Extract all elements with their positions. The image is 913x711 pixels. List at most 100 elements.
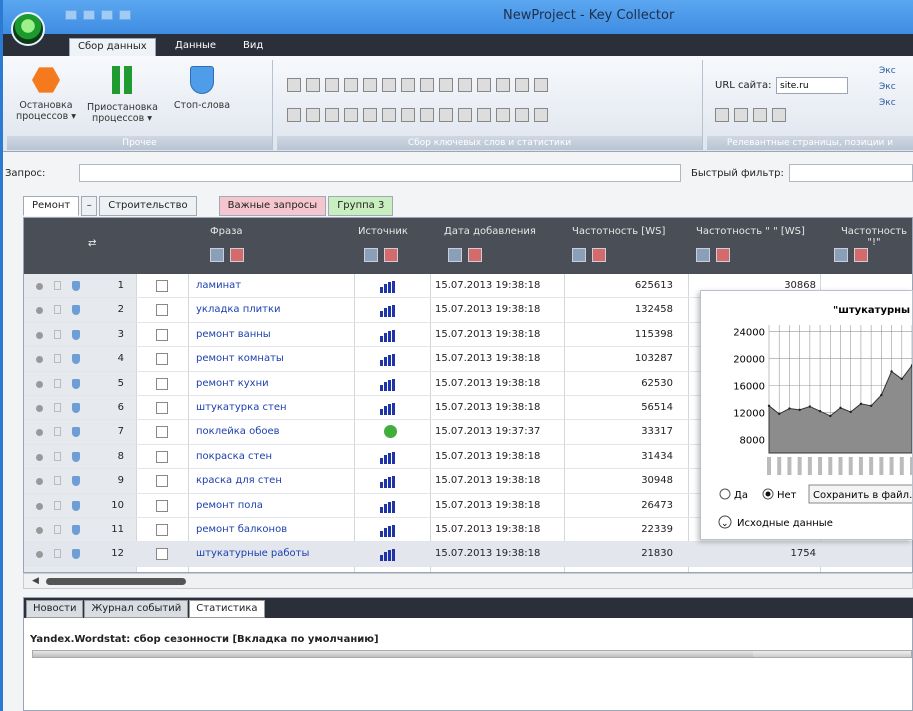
phrase-link[interactable]: ремонт комнаты	[196, 353, 284, 364]
phrase-link[interactable]: краска для стен	[196, 475, 282, 486]
shield-icon[interactable]	[72, 427, 80, 438]
export-label-2[interactable]: Экс	[879, 82, 896, 92]
filter-icon[interactable]	[572, 248, 586, 262]
clear-filter-icon[interactable]	[468, 248, 482, 262]
tab-event-log[interactable]: Журнал событий	[84, 600, 189, 618]
clear-filter-icon[interactable]	[716, 248, 730, 262]
shield-icon[interactable]	[72, 354, 80, 365]
undo-icon[interactable]	[119, 10, 131, 20]
mailru-icon[interactable]	[344, 108, 358, 122]
yandex-pos-icon[interactable]	[753, 108, 767, 122]
phrase-link[interactable]: штукатурка стен	[196, 402, 287, 413]
google-trends-icon[interactable]	[458, 78, 472, 92]
list-icon[interactable]	[477, 78, 491, 92]
url-input[interactable]	[776, 77, 848, 94]
group-tab-repair[interactable]: Ремонт	[23, 196, 80, 216]
rambler-adstat-icon[interactable]	[496, 78, 510, 92]
phrase-link[interactable]: ремонт пола	[196, 500, 263, 511]
row-checkbox[interactable]	[156, 280, 168, 292]
yahoo-icon[interactable]	[401, 78, 415, 92]
shield-icon[interactable]	[72, 451, 80, 462]
export-label-3[interactable]: Экс	[879, 98, 896, 108]
phrase-link[interactable]: покраска стен	[196, 451, 272, 462]
lock-icon[interactable]	[54, 549, 61, 559]
row-checkbox[interactable]	[156, 304, 168, 317]
tab-view[interactable]: Вид	[235, 38, 271, 56]
flag-icon[interactable]	[534, 108, 548, 122]
row-checkbox[interactable]	[156, 450, 168, 463]
filter-icon[interactable]	[448, 248, 462, 262]
seo-icon[interactable]	[420, 78, 434, 92]
column-source[interactable]: Источник	[358, 226, 408, 237]
expand-icon[interactable]	[36, 453, 43, 461]
clear-filter-icon[interactable]	[230, 248, 244, 262]
lock-icon[interactable]	[54, 281, 61, 290]
expand-icon[interactable]	[36, 283, 43, 290]
shield-icon[interactable]	[72, 281, 80, 291]
budget-icon[interactable]	[458, 108, 472, 122]
serp-icon[interactable]	[401, 108, 415, 122]
export-label-1[interactable]: Экс	[879, 66, 896, 76]
new-icon[interactable]	[101, 10, 113, 20]
pencil-icon[interactable]	[477, 108, 491, 122]
refresh-icon[interactable]	[534, 78, 548, 92]
filter-icon[interactable]	[834, 248, 848, 262]
phrase-link[interactable]: укладка плитки	[196, 304, 281, 315]
shield-icon[interactable]	[72, 476, 80, 487]
row-checkbox[interactable]	[156, 353, 168, 366]
shield-icon[interactable]	[72, 378, 80, 389]
lock-icon[interactable]	[54, 524, 61, 534]
google-icon[interactable]	[306, 78, 320, 92]
expand-icon[interactable]	[36, 502, 43, 510]
group-tab-important[interactable]: Важные запросы	[218, 196, 327, 216]
hand2-icon[interactable]	[496, 108, 510, 122]
lock-icon[interactable]	[54, 329, 61, 339]
phrase-link[interactable]: ремонт балконов	[196, 524, 287, 535]
open-icon[interactable]	[83, 10, 95, 20]
clear-filter-icon[interactable]	[854, 248, 868, 262]
lock-icon[interactable]	[54, 402, 61, 412]
column-ws-quote[interactable]: Частотность " " [WS]	[696, 226, 805, 237]
yandex-icon[interactable]	[715, 108, 729, 122]
row-checkbox[interactable]	[156, 475, 168, 488]
stop-processes-button[interactable]: Остановка процессов ▾	[11, 66, 81, 122]
shield-icon[interactable]	[72, 305, 80, 316]
expand-icon[interactable]	[36, 526, 43, 534]
lock-icon[interactable]	[54, 305, 61, 315]
group-tab-collapse-icon[interactable]: –	[81, 196, 98, 216]
lock-icon[interactable]	[54, 427, 61, 437]
phrase-link[interactable]: ламинат	[196, 280, 241, 291]
mail-icon[interactable]	[363, 78, 377, 92]
phrase-link[interactable]: ремонт кухни	[196, 378, 269, 389]
save-icon[interactable]	[65, 10, 77, 20]
tab-news[interactable]: Новости	[26, 600, 84, 618]
expand-icon[interactable]	[36, 380, 43, 388]
liveinternet-icon[interactable]	[382, 78, 396, 92]
app-menu-orb-icon[interactable]	[11, 12, 45, 46]
expand-icon[interactable]	[36, 307, 43, 315]
expand-icon[interactable]	[36, 404, 43, 412]
expand-icon[interactable]	[36, 551, 43, 559]
group-tab-construction[interactable]: Строительство	[99, 196, 197, 216]
lock-icon[interactable]	[54, 500, 61, 510]
phrase-link[interactable]: поклейка обоев	[196, 426, 280, 437]
shield-icon[interactable]	[72, 549, 80, 560]
phrase-link[interactable]: ремонт ванны	[196, 329, 271, 340]
bookmark-icon[interactable]	[363, 108, 377, 122]
clear-filter-icon[interactable]	[384, 248, 398, 262]
filter-icon[interactable]	[364, 248, 378, 262]
phrase-link[interactable]: штукатурные работы	[196, 548, 309, 559]
hand-icon[interactable]	[325, 108, 339, 122]
row-checkbox[interactable]	[156, 377, 168, 390]
direct-icon[interactable]	[420, 108, 434, 122]
rambler-icon[interactable]	[325, 78, 339, 92]
expand-icon[interactable]	[36, 429, 43, 437]
query-input[interactable]	[79, 164, 681, 182]
row-checkbox[interactable]	[156, 401, 168, 414]
chart-icon[interactable]	[515, 108, 529, 122]
shield-icon[interactable]	[72, 329, 80, 340]
search-icon[interactable]	[439, 78, 453, 92]
shield-icon[interactable]	[72, 402, 80, 413]
tab-data-collection[interactable]: Сбор данных	[69, 38, 156, 56]
table-row[interactable]: 12 штукатурные работы 15.07.2013 19:38:1…	[24, 542, 912, 567]
